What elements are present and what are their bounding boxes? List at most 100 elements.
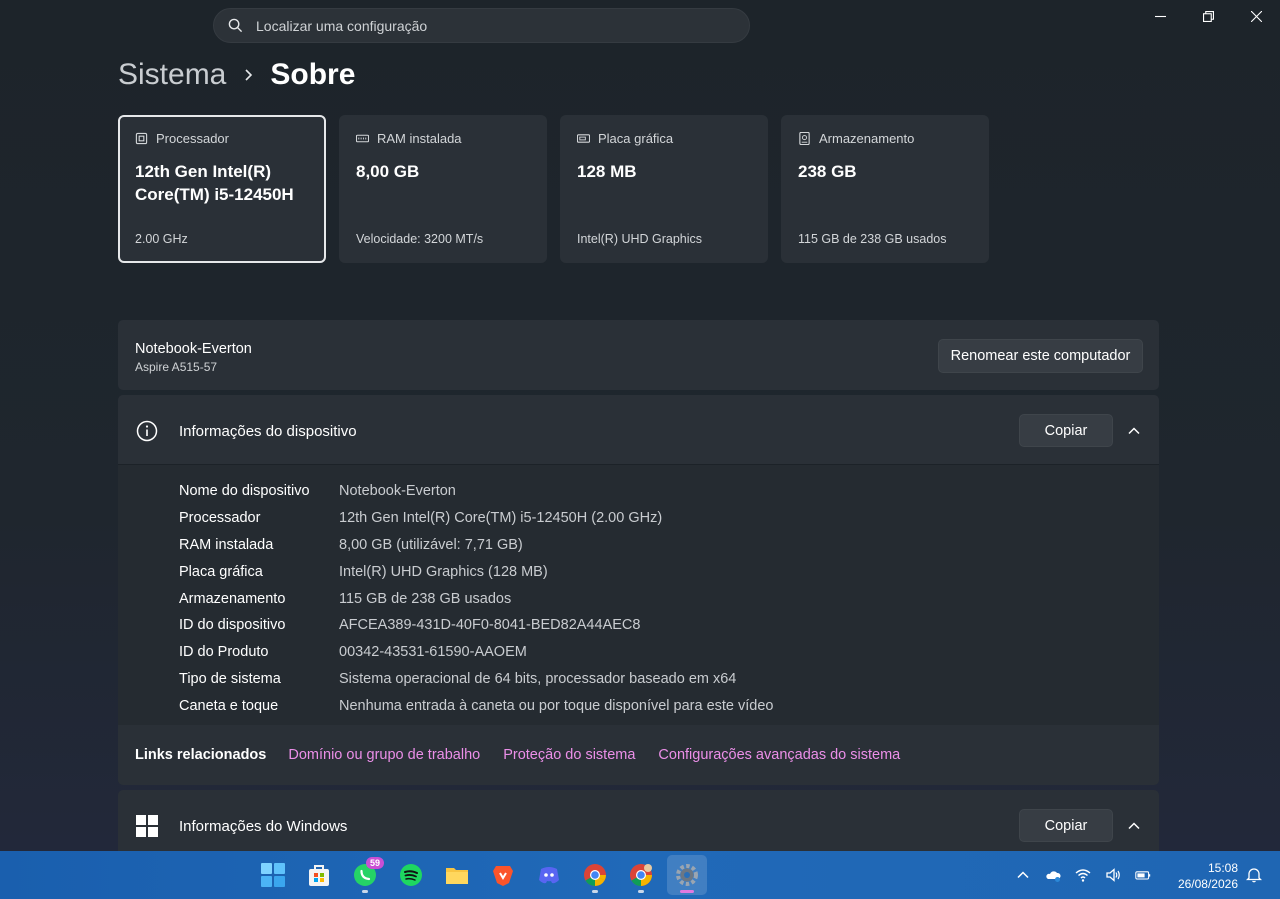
search-icon bbox=[228, 18, 243, 33]
chevron-up-icon[interactable] bbox=[1015, 867, 1031, 883]
taskbar-chrome[interactable] bbox=[575, 855, 615, 895]
card-sub: Velocidade: 3200 MT/s bbox=[356, 232, 484, 246]
related-links-label: Links relacionados bbox=[135, 747, 267, 763]
taskbar-brave[interactable] bbox=[483, 855, 523, 895]
spec-row: Armazenamento 115 GB de 238 GB usados bbox=[179, 585, 774, 612]
chevron-right-icon bbox=[245, 69, 253, 81]
start-icon bbox=[261, 863, 285, 887]
spec-label: ID do dispositivo bbox=[179, 617, 286, 634]
copy-device-info-button[interactable]: Copiar bbox=[1019, 414, 1113, 447]
search-input[interactable] bbox=[256, 17, 726, 34]
card-value: 8,00 GB bbox=[356, 162, 420, 181]
chrome-profile-icon bbox=[630, 864, 652, 886]
spec-label: RAM instalada bbox=[179, 536, 274, 553]
spec-row: ID do Produto 00342-43531-61590-AAOEM bbox=[179, 639, 774, 666]
processor-icon bbox=[135, 132, 148, 145]
card-ram[interactable]: RAM instalada 8,00 GB Velocidade: 3200 M… bbox=[339, 115, 547, 263]
search-box[interactable] bbox=[213, 8, 750, 43]
card-value: 238 GB bbox=[798, 162, 857, 181]
link-advanced-system-settings[interactable]: Configurações avançadas do sistema bbox=[658, 747, 900, 763]
taskbar-whatsapp[interactable]: 59 bbox=[345, 855, 385, 895]
taskbar-apps: 59 bbox=[253, 855, 707, 895]
computer-name-panel: Notebook-Everton Aspire A515-57 Renomear… bbox=[118, 320, 1159, 390]
computer-model: Aspire A515-57 bbox=[135, 360, 218, 374]
card-storage[interactable]: Armazenamento 238 GB 115 GB de 238 GB us… bbox=[781, 115, 989, 263]
taskbar-store[interactable] bbox=[299, 855, 339, 895]
running-indicator bbox=[362, 890, 368, 893]
card-processor[interactable]: Processador 12th Gen Intel(R) Core(TM) i… bbox=[118, 115, 326, 263]
spec-label: Placa gráfica bbox=[179, 563, 263, 580]
related-links: Links relacionados Domínio ou grupo de t… bbox=[118, 725, 1159, 785]
restore-icon bbox=[1202, 10, 1214, 22]
spec-row: Nome do dispositivo Notebook-Everton bbox=[179, 478, 774, 505]
breadcrumb: Sistema Sobre bbox=[118, 58, 355, 92]
link-system-protection[interactable]: Proteção do sistema bbox=[503, 747, 635, 763]
system-tray bbox=[1015, 851, 1151, 899]
taskbar-spotify[interactable] bbox=[391, 855, 431, 895]
battery-icon[interactable] bbox=[1135, 867, 1151, 883]
spec-value: Intel(R) UHD Graphics (128 MB) bbox=[339, 563, 548, 580]
clock-time: 15:08 bbox=[1207, 861, 1238, 875]
chrome-icon bbox=[584, 864, 606, 886]
spec-row: Processador 12th Gen Intel(R) Core(TM) i5… bbox=[179, 505, 774, 532]
spec-row: ID do dispositivo AFCEA389-431D-40F0-8041… bbox=[179, 612, 774, 639]
chevron-up-icon[interactable] bbox=[1127, 424, 1141, 438]
chevron-up-icon[interactable] bbox=[1127, 819, 1141, 833]
taskbar-file-explorer[interactable] bbox=[437, 855, 477, 895]
spec-row: RAM instalada 8,00 GB (utilizável: 7,71 G… bbox=[179, 532, 774, 559]
discord-icon bbox=[539, 867, 559, 884]
whatsapp-badge: 59 bbox=[365, 857, 384, 869]
minimize-button[interactable] bbox=[1136, 0, 1184, 32]
spec-cards: Processador 12th Gen Intel(R) Core(TM) i… bbox=[118, 115, 989, 263]
storage-icon bbox=[799, 132, 810, 145]
wifi-icon[interactable] bbox=[1075, 867, 1091, 883]
taskbar-discord[interactable] bbox=[529, 855, 569, 895]
spec-label: ID do Produto bbox=[179, 644, 269, 661]
running-indicator bbox=[638, 890, 644, 893]
page-title: Sobre bbox=[270, 58, 356, 91]
copy-windows-info-button[interactable]: Copiar bbox=[1019, 809, 1113, 842]
taskbar-chrome-profile[interactable] bbox=[621, 855, 661, 895]
card-value: 12th Gen Intel(R) Core(TM) i5-12450H bbox=[135, 162, 294, 204]
spotify-icon bbox=[400, 864, 422, 886]
store-icon bbox=[309, 865, 329, 886]
notification-icon[interactable] bbox=[1246, 867, 1262, 883]
spec-label: Processador bbox=[179, 510, 261, 527]
volume-icon[interactable] bbox=[1105, 867, 1121, 883]
rename-computer-button[interactable]: Renomear este computador bbox=[938, 339, 1143, 373]
info-icon bbox=[136, 420, 158, 442]
taskbar-clock[interactable]: 15:08 26/08/2026 bbox=[1168, 860, 1238, 892]
device-info-header[interactable]: Informações do dispositivo Copiar bbox=[118, 395, 1159, 465]
device-info-panel: Informações do dispositivo Copiar Nome d… bbox=[118, 395, 1159, 785]
settings-icon bbox=[676, 864, 698, 886]
brave-icon bbox=[493, 866, 513, 886]
spec-row: Caneta e toque Nenhuma entrada à caneta o… bbox=[179, 692, 774, 719]
restore-button[interactable] bbox=[1184, 0, 1232, 32]
spec-row: Placa gráfica Intel(R) UHD Graphics (128 … bbox=[179, 558, 774, 585]
close-button[interactable] bbox=[1232, 0, 1280, 32]
window-controls bbox=[1136, 0, 1280, 32]
breadcrumb-parent[interactable]: Sistema bbox=[118, 58, 226, 92]
computer-name: Notebook-Everton bbox=[135, 341, 252, 357]
taskbar-start[interactable] bbox=[253, 855, 293, 895]
card-label: RAM instalada bbox=[377, 131, 462, 146]
spec-value: 115 GB de 238 GB usados bbox=[339, 590, 512, 607]
clock-date: 26/08/2026 bbox=[1177, 877, 1238, 891]
windows-info-panel[interactable]: Informações do Windows Copiar bbox=[118, 790, 1159, 851]
device-info-title: Informações do dispositivo bbox=[179, 423, 357, 440]
spec-value: Notebook-Everton bbox=[339, 483, 456, 500]
windows-info-title: Informações do Windows bbox=[179, 818, 348, 835]
taskbar: 59 15:08 26/08/2026 bbox=[0, 851, 1280, 899]
card-gpu[interactable]: Placa gráfica 128 MB Intel(R) UHD Graphi… bbox=[560, 115, 768, 263]
spec-value: Sistema operacional de 64 bits, processa… bbox=[339, 670, 737, 687]
card-sub: 2.00 GHz bbox=[135, 232, 188, 246]
spec-label: Nome do dispositivo bbox=[179, 483, 310, 500]
running-indicator bbox=[592, 890, 598, 893]
taskbar-settings[interactable] bbox=[667, 855, 707, 895]
link-domain-workgroup[interactable]: Domínio ou grupo de trabalho bbox=[288, 747, 480, 763]
ram-icon bbox=[356, 134, 369, 143]
spec-label: Armazenamento bbox=[179, 590, 286, 607]
card-label: Armazenamento bbox=[819, 131, 915, 146]
onedrive-icon[interactable] bbox=[1045, 867, 1061, 883]
device-spec-table: Nome do dispositivo Notebook-Everton Proc… bbox=[179, 478, 774, 719]
